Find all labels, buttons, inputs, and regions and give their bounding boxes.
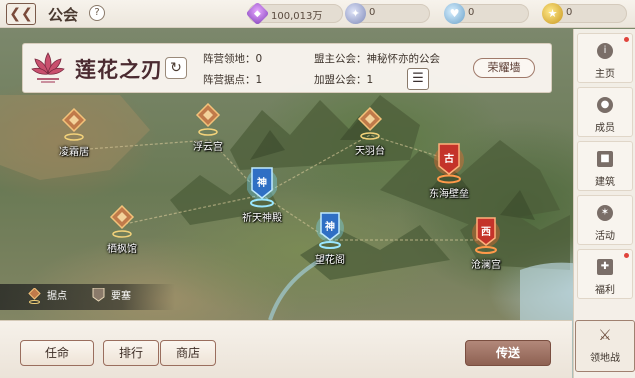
map-marker-tianyutai[interactable]: 天羽台 [330,107,410,157]
page-title: 公会 [48,6,79,24]
stronghold-count: 阵营据点：1 [203,74,263,86]
sidebar-item-welfare[interactable]: ✚ 福利 [577,249,633,299]
resource-value: 100,013万 [271,11,323,22]
guild-name: 莲花之刃 [75,57,163,82]
fortress-legend-icon [92,288,105,304]
sidebar-item-members[interactable]: ● 成员 [577,87,633,137]
map-marker-label: 浮云宫 [193,142,223,153]
map-marker-donghaibilei[interactable]: 古 东海壁垒 [409,140,489,200]
stronghold-pin-icon [357,107,383,141]
map-marker-canglangong[interactable]: 西 沧澜宫 [446,215,526,271]
territory-count: 阵营领地：0 [203,53,263,65]
gem-icon: ◆ [245,1,270,26]
menu-icon: ☰ [412,71,424,86]
stronghold-legend-icon [28,288,41,304]
joined-guilds-count: 加盟公会：1 [314,74,374,86]
legend-fortress: 要塞 [92,288,131,306]
map-marker-label: 望花阁 [315,255,345,266]
help-button[interactable]: ? [89,5,105,21]
stronghold-pin-icon [61,108,87,142]
map-marker-label: 栖枫馆 [107,244,137,255]
map-legend: 据点 要塞 [0,284,175,310]
map-marker-label: 沧澜宫 [471,260,501,271]
map-marker-label: 天羽台 [355,146,385,157]
map-marker-fuyungong[interactable]: 浮云宫 [168,103,248,153]
rank-button[interactable]: 排行 [103,340,159,366]
divine-fortress-icon: 神 [247,164,277,208]
honor-wall-button[interactable]: 荣耀墙 [473,58,535,78]
map-marker-label: 东海壁垒 [429,189,469,200]
guild-list-button[interactable]: ☰ [407,68,429,90]
refresh-emblem-button[interactable]: ↻ [165,57,187,79]
stronghold-pin-icon [109,205,135,239]
notification-badge [624,37,629,42]
members-icon: ● [597,97,613,113]
sidebar-item-activities[interactable]: ✶ 活动 [577,195,633,245]
enemy-fortress-icon: 古 [434,140,464,184]
back-arrow-icon: ❮❮ [9,6,33,22]
bottom-action-bar: 任命 排行 商店 传送 [0,320,572,378]
resource-medal[interactable]: ✦ 0 [345,3,430,24]
activity-icon: ✶ [597,205,613,221]
map-marker-wanghuage[interactable]: 神 望花阁 [290,210,370,266]
resource-gem[interactable]: ◆ 100,013万 [245,1,343,26]
medal-icon: ✦ [345,3,366,24]
lotus-emblem-icon [29,49,67,87]
map-marker-qifengguan[interactable]: 栖枫馆 [82,205,162,255]
resource-value: 0 [369,7,376,18]
map-marker-label: 凌霜居 [59,147,89,158]
shop-button[interactable]: 商店 [160,340,216,366]
enemy-fortress-icon: 西 [471,215,501,255]
notification-badge [624,253,629,258]
legend-stronghold: 据点 [28,288,67,306]
back-button[interactable]: ❮❮ [6,3,36,25]
guild-info-panel: 莲花之刃 ↻ 阵营领地：0 阵营据点：1 盟主公会：神秘怀亦的公会 加盟公会：1… [22,43,552,93]
divine-fortress-icon: 神 [315,210,345,250]
refresh-icon: ↻ [170,60,182,76]
stronghold-pin-icon [195,103,221,137]
top-bar: ❮❮ 公会 ? ◆ 100,013万 ✦ 0 ♥ 0 ★ 0 [0,0,635,28]
right-sidebar: i 主页 ● 成员 ■ 建筑 ✶ 活动 ✚ 福利 ⚔ 领地战 [573,29,635,378]
info-icon: i [597,43,613,59]
resource-value: 0 [566,7,573,18]
leader-guild: 盟主公会：神秘怀亦的公会 [314,53,440,65]
resource-heart-coin[interactable]: ♥ 0 [444,3,529,24]
sidebar-item-buildings[interactable]: ■ 建筑 [577,141,633,191]
gold-coin-icon: ★ [542,3,563,24]
resource-value: 0 [468,7,475,18]
teleport-button[interactable]: 传送 [465,340,551,366]
building-icon: ■ [597,151,613,167]
crossed-swords-icon: ⚔ [598,326,612,344]
gift-icon: ✚ [597,259,613,275]
map-marker-lingshuangju[interactable]: 凌霜居 [34,108,114,158]
appoint-button[interactable]: 任命 [20,340,94,366]
sidebar-item-territory-war[interactable]: ⚔ 领地战 [575,320,635,372]
sidebar-item-home[interactable]: i 主页 [577,33,633,83]
heart-coin-icon: ♥ [444,3,465,24]
resource-gold-coin[interactable]: ★ 0 [542,3,627,24]
